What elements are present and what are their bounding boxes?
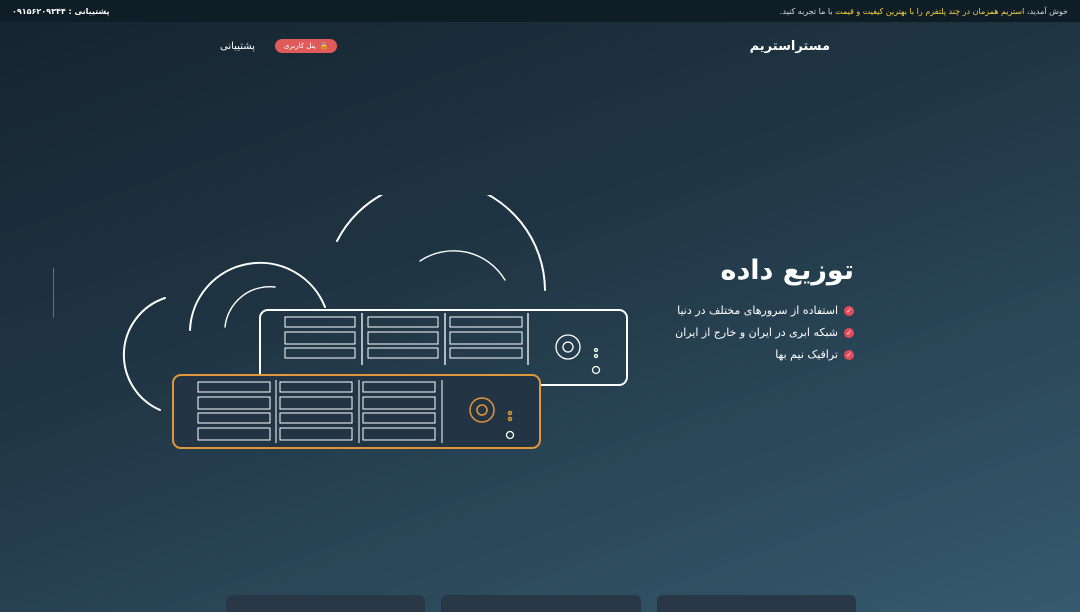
- feature-card[interactable]: [226, 595, 426, 612]
- feature-text: استفاده از سرورهای مختلف در دنیا: [677, 304, 838, 317]
- welcome-prefix: خوش آمدید،: [1026, 6, 1068, 16]
- user-panel-label: پنل کاربری: [283, 42, 316, 50]
- feature-item: ✓ استفاده از سرورهای مختلف در دنیا: [594, 304, 854, 317]
- feature-text: شبکه ابری در ایران و خارج از ایران: [675, 326, 838, 339]
- feature-item: ✓ شبکه ابری در ایران و خارج از ایران: [594, 326, 854, 339]
- feature-cards: [226, 595, 856, 612]
- main-navbar: مستراستریم 🔒 پنل کاربری پشتیبانی: [220, 32, 830, 60]
- feature-item: ✓ ترافیک نیم بها: [594, 348, 854, 361]
- check-icon: ✓: [844, 327, 854, 338]
- lock-icon: 🔒: [319, 42, 329, 50]
- scroll-indicator: [53, 268, 54, 318]
- support-link[interactable]: پشتیبانی: [220, 41, 255, 52]
- feature-card[interactable]: [441, 595, 641, 612]
- check-icon: ✓: [844, 349, 854, 360]
- hero-section: توزیع داده ✓ استفاده از سرورهای مختلف در…: [594, 255, 854, 370]
- support-phone[interactable]: ۰۹۱۵۶۲۰۹۳۴۴: [12, 7, 66, 16]
- cloud-server-illustration: [122, 195, 628, 449]
- hero-title: توزیع داده: [720, 255, 855, 286]
- nav-actions: 🔒 پنل کاربری پشتیبانی: [220, 39, 338, 53]
- feature-text: ترافیک نیم بها: [775, 348, 838, 361]
- feature-card[interactable]: [656, 595, 856, 612]
- welcome-message: خوش آمدید، استریم همزمان در چند پلتفرم ر…: [780, 7, 1068, 16]
- support-phone-block: پشتیبانی : ۰۹۱۵۶۲۰۹۳۴۴: [12, 7, 110, 16]
- welcome-suffix: با ما تجربه کنید.: [779, 6, 833, 16]
- feature-list: ✓ استفاده از سرورهای مختلف در دنیا ✓ شبک…: [594, 304, 854, 361]
- check-icon: ✓: [844, 305, 854, 316]
- user-panel-button[interactable]: 🔒 پنل کاربری: [274, 39, 338, 53]
- brand-logo[interactable]: مستراستریم: [750, 39, 830, 54]
- top-bar: خوش آمدید، استریم همزمان در چند پلتفرم ر…: [0, 0, 1080, 22]
- welcome-highlight: استریم همزمان در چند پلتفرم را با بهترین…: [835, 6, 1025, 16]
- support-label: پشتیبانی :: [68, 6, 110, 16]
